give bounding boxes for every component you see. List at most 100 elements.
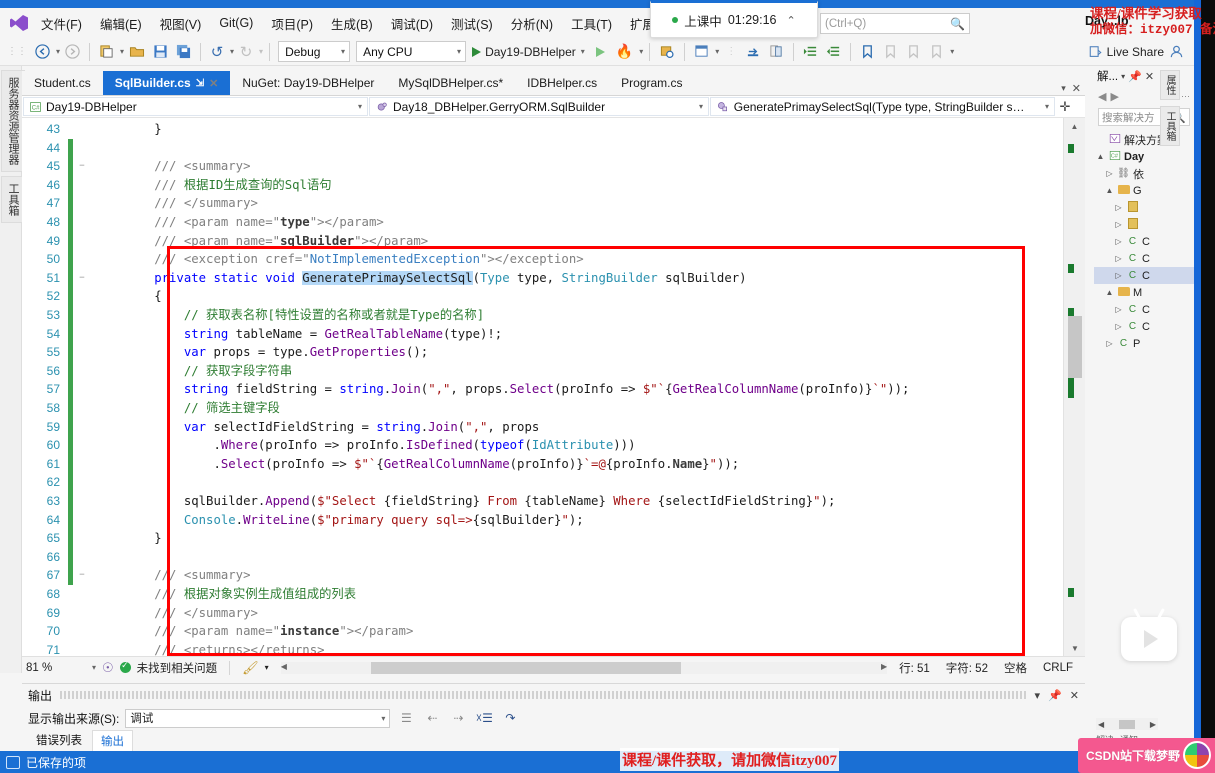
code-line[interactable]: 60 .Where(proInfo => proInfo.IsDefined(t… bbox=[22, 436, 1085, 455]
code-text[interactable]: } bbox=[91, 120, 1085, 139]
chevron-down-icon[interactable]: ▾ bbox=[92, 663, 96, 672]
code-cleanup-icon[interactable]: 🖌 bbox=[242, 660, 259, 676]
hscroll-right-icon[interactable]: ▶ bbox=[881, 662, 887, 671]
tree-node[interactable]: ▷CC bbox=[1094, 267, 1194, 284]
expander-icon[interactable]: ▷ bbox=[1114, 305, 1123, 314]
toolbox-tab-right[interactable]: 工具箱 bbox=[1160, 106, 1180, 146]
expander-icon[interactable]: ▲ bbox=[1105, 288, 1114, 297]
code-text[interactable]: /// 根据对象实例生成值组成的列表 bbox=[91, 585, 1085, 604]
code-line[interactable]: 47 /// </summary> bbox=[22, 194, 1085, 213]
code-line[interactable]: 65 } bbox=[22, 529, 1085, 548]
hot-reload-dropdown-icon[interactable]: ▾ bbox=[639, 47, 643, 56]
open-file-icon[interactable] bbox=[126, 41, 148, 63]
code-line[interactable]: 70 /// <param name="instance"></param> bbox=[22, 622, 1085, 641]
code-line[interactable]: 50 /// <exception cref="NotImplementedEx… bbox=[22, 250, 1085, 269]
tree-node[interactable]: ▷CC bbox=[1094, 318, 1194, 335]
menu-analyze[interactable]: 分析(N) bbox=[502, 10, 562, 37]
configuration-combo[interactable]: Debug ▾ bbox=[278, 41, 350, 62]
zoom-combo[interactable]: 81 % ▾ bbox=[26, 662, 96, 674]
code-editor[interactable]: 43 }4445− /// <summary>46 /// 根据ID生成查询的S… bbox=[22, 118, 1085, 656]
tab-mysqldbhelper-cs[interactable]: MySqlDBHelper.cs* bbox=[386, 71, 515, 95]
code-line[interactable]: 67− /// <summary> bbox=[22, 566, 1085, 585]
panel-dropdown-icon[interactable]: ▾ bbox=[1035, 689, 1041, 702]
code-line[interactable]: 54 string tableName = GetRealTableName(t… bbox=[22, 325, 1085, 344]
eol-label[interactable]: CRLF bbox=[1043, 662, 1073, 674]
code-text[interactable]: /// </summary> bbox=[91, 194, 1085, 213]
indent-mode-label[interactable]: 空格 bbox=[1004, 660, 1027, 676]
code-text[interactable]: .Where(proInfo => proInfo.IsDefined(type… bbox=[91, 436, 1085, 455]
tab-strip-close-icon[interactable]: ✕ bbox=[1072, 82, 1081, 95]
navigate-forward-button[interactable] bbox=[62, 41, 83, 63]
panel-close-icon[interactable]: ✕ bbox=[1145, 70, 1154, 83]
nav-forward-icon[interactable]: ▶ bbox=[1110, 90, 1118, 103]
platform-combo[interactable]: Any CPU ▾ bbox=[356, 41, 466, 62]
code-line[interactable]: 69 /// </summary> bbox=[22, 604, 1085, 623]
code-line[interactable]: 55 var props = type.GetProperties(); bbox=[22, 343, 1085, 362]
code-lines[interactable]: 43 }4445− /// <summary>46 /// 根据ID生成查询的S… bbox=[22, 118, 1085, 656]
code-line[interactable]: 63 sqlBuilder.Append($"Select {fieldStri… bbox=[22, 492, 1085, 511]
expander-icon[interactable]: ▲ bbox=[1096, 152, 1105, 161]
hscrollbar-thumb[interactable] bbox=[371, 662, 681, 674]
code-line[interactable]: 46 /// 根据ID生成查询的Sql语句 bbox=[22, 176, 1085, 195]
tab-nuget-day19-dbhelper[interactable]: NuGet: Day19-DBHelper bbox=[230, 71, 386, 95]
redo-dropdown-icon[interactable]: ▾ bbox=[259, 47, 263, 56]
properties-tab[interactable]: 属性 bbox=[1160, 70, 1180, 100]
menu-project[interactable]: 项目(P) bbox=[262, 10, 322, 37]
undo-icon[interactable]: ↺ bbox=[207, 41, 227, 63]
start-debug-button[interactable]: Day19-DBHelper ▾ bbox=[468, 41, 589, 63]
chevron-up-icon[interactable]: ⌃ bbox=[786, 14, 795, 27]
code-line[interactable]: 68 /// 根据对象实例生成值组成的列表 bbox=[22, 585, 1085, 604]
new-item-icon[interactable] bbox=[96, 41, 117, 63]
code-text[interactable]: // 获取字段字符串 bbox=[91, 362, 1085, 381]
new-item-dropdown-icon[interactable]: ▾ bbox=[120, 47, 124, 56]
toggle-word-wrap-icon[interactable]: ↷ bbox=[500, 709, 520, 728]
code-line[interactable]: 64 Console.WriteLine($"primary query sql… bbox=[22, 511, 1085, 530]
tab-student-cs[interactable]: Student.cs bbox=[22, 71, 103, 95]
code-line[interactable]: 71 /// <returns></returns> bbox=[22, 641, 1085, 656]
expander-icon[interactable]: ▷ bbox=[1114, 203, 1123, 212]
code-text[interactable]: /// <summary> bbox=[91, 157, 1085, 176]
redo-icon[interactable]: ↻ bbox=[236, 41, 256, 63]
code-line[interactable]: 49 /// <param name="sqlBuilder"></param> bbox=[22, 232, 1085, 251]
chevron-down-icon[interactable]: ▾ bbox=[381, 714, 385, 723]
video-play-icon[interactable] bbox=[1121, 617, 1177, 661]
tree-node[interactable]: ▷CC bbox=[1094, 250, 1194, 267]
chevron-down-icon[interactable]: ▾ bbox=[333, 47, 345, 56]
code-text[interactable]: private static void GeneratePrimaySelect… bbox=[91, 269, 1085, 288]
code-line[interactable]: 53 // 获取表名称[特性设置的名称或者就是Type的名称] bbox=[22, 306, 1085, 325]
code-text[interactable]: /// <returns></returns> bbox=[91, 641, 1085, 656]
navbar-type-combo[interactable]: Day18_DBHelper.GerryORM.SqlBuilder ▾ bbox=[369, 97, 709, 116]
code-text[interactable]: string tableName = GetRealTableName(type… bbox=[91, 325, 1085, 344]
code-line[interactable]: 61 .Select(proInfo => $"`{GetRealColumnN… bbox=[22, 455, 1085, 474]
bookmarks-overflow-icon[interactable]: ▾ bbox=[950, 47, 954, 56]
class-session-indicator[interactable]: 上课中 01:29:16 ⌃ bbox=[650, 0, 818, 38]
chevron-down-icon[interactable]: ▾ bbox=[1035, 102, 1049, 111]
save-icon[interactable] bbox=[150, 41, 171, 63]
search-icon[interactable]: 🔍 bbox=[950, 17, 965, 31]
start-without-debugging-button[interactable] bbox=[591, 41, 611, 63]
search-input[interactable]: (Ctrl+Q) 🔍 bbox=[820, 13, 970, 34]
code-line[interactable]: 58 // 筛选主键字段 bbox=[22, 399, 1085, 418]
close-icon[interactable]: ✕ bbox=[209, 77, 218, 90]
code-line[interactable]: 48 /// <param name="type"></param> bbox=[22, 213, 1085, 232]
navigate-back-button[interactable] bbox=[32, 41, 53, 63]
code-text[interactable]: /// </summary> bbox=[91, 604, 1085, 623]
code-text[interactable]: /// 根据ID生成查询的Sql语句 bbox=[91, 176, 1085, 195]
menu-test[interactable]: 测试(S) bbox=[442, 10, 502, 37]
panel-dropdown-icon[interactable]: ▾ bbox=[1121, 72, 1125, 81]
comment-selection-icon[interactable] bbox=[766, 41, 787, 63]
clear-bookmarks-icon[interactable] bbox=[926, 41, 947, 63]
tree-node[interactable]: ▷ bbox=[1094, 199, 1194, 216]
panel-pin-icon[interactable]: 📌 bbox=[1128, 70, 1142, 83]
code-line[interactable]: 44 bbox=[22, 139, 1085, 158]
tab-error-list[interactable]: 错误列表 bbox=[28, 730, 90, 750]
scrollbar-thumb[interactable] bbox=[1068, 316, 1082, 378]
code-line[interactable]: 62 bbox=[22, 473, 1085, 492]
window-layout-icon[interactable] bbox=[691, 41, 712, 63]
hscroll-left-icon[interactable]: ◀ bbox=[281, 662, 287, 671]
chevron-down-icon[interactable]: ▾ bbox=[689, 102, 703, 111]
increase-indent-icon[interactable] bbox=[800, 41, 821, 63]
menu-edit[interactable]: 编辑(E) bbox=[91, 10, 151, 37]
expander-icon[interactable]: ▷ bbox=[1114, 322, 1123, 331]
tree-node[interactable]: ▷ bbox=[1094, 216, 1194, 233]
